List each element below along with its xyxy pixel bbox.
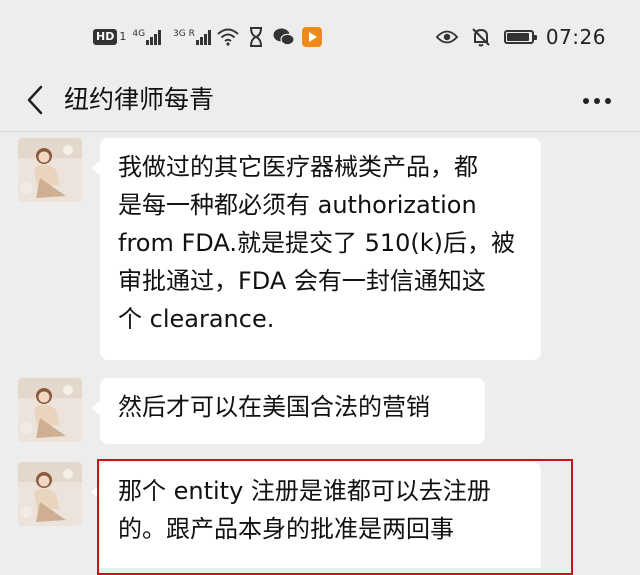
avatar[interactable] [18,378,82,442]
more-dots-icon [583,98,611,104]
signal-icon-1: 4G [132,29,162,45]
chat-title: 纽约律师每青 [64,85,215,114]
avatar[interactable] [18,138,82,202]
status-bar: HD 1 4G 3G R 07:26 [0,0,640,70]
message-bubble: 我做过的其它医疗器械类产品，都 是每一种都必须有 authorization f… [91,138,541,360]
signal-icon-2: 3G R [173,29,211,45]
network-type-1: 4G [132,29,146,39]
avatar[interactable] [18,462,82,526]
message-bubble: 然后才可以在美国合法的营销 [91,378,485,444]
network-type-2: 3G R [173,29,195,39]
status-time: 07:26 [545,25,606,49]
battery-icon [503,30,537,44]
eye-icon [435,26,458,48]
header-divider [0,131,640,132]
chevron-left-icon [27,85,43,115]
chat-header: 纽约律师每青 [0,70,640,130]
status-right-icons: 07:26 [435,24,606,50]
hourglass-icon [245,26,267,48]
hd-badge-sub: 1 [119,30,127,43]
highlight-box [97,459,573,575]
wifi-icon [217,26,239,48]
mute-bell-icon [470,26,492,48]
battery-level [506,33,529,41]
hd-badge: HD [93,29,118,45]
wechat-icon [273,26,295,48]
back-button[interactable] [20,82,50,118]
status-left-icons: HD 1 4G 3G R [93,24,323,50]
video-app-icon [301,26,323,48]
more-options-button[interactable] [582,86,612,116]
